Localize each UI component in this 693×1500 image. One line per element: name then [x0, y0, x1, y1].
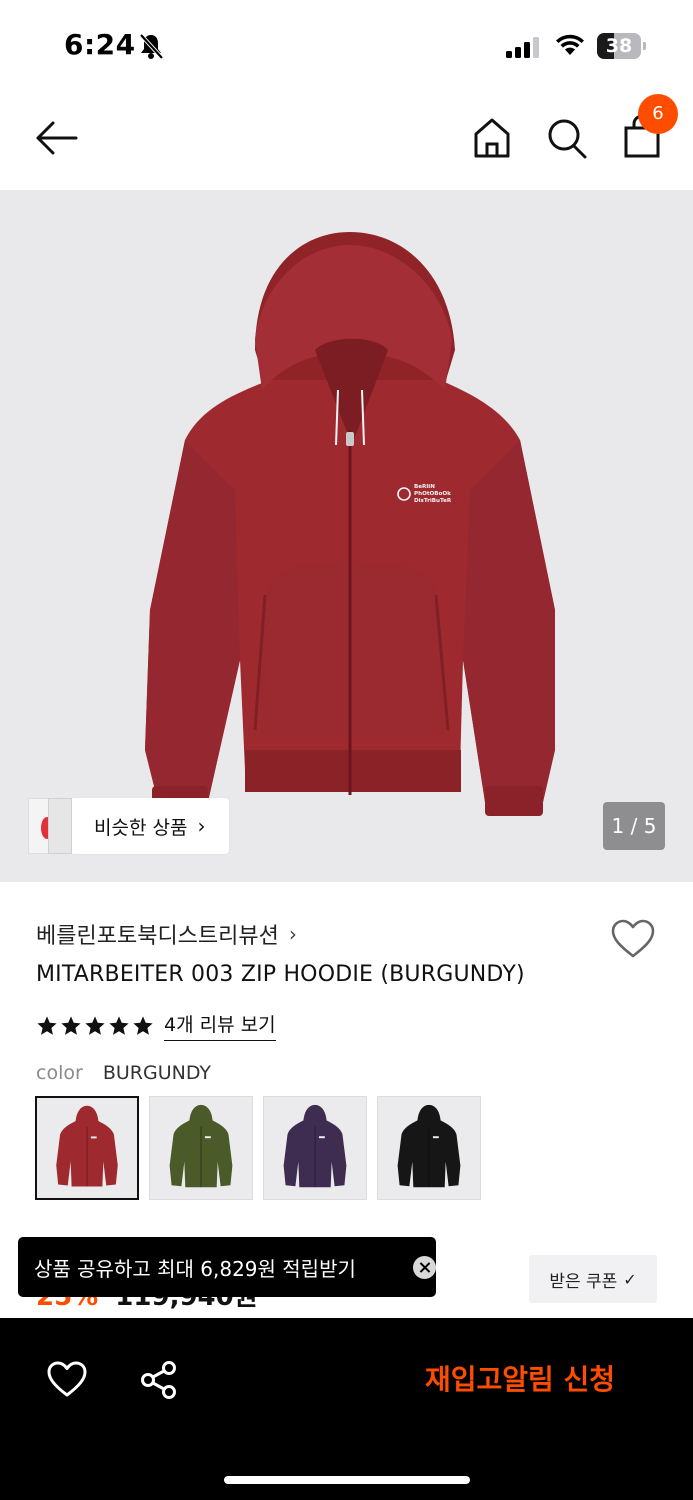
share-icon[interactable]	[140, 1360, 178, 1400]
hoodie-thumbnail	[283, 1104, 347, 1188]
restock-alert-button[interactable]: 재입고알림 신청	[400, 1358, 640, 1402]
star-icon	[85, 1015, 105, 1035]
product-title: MITARBEITER 003 ZIP HOODIE (BURGUNDY)	[36, 962, 525, 987]
similar-products-chip[interactable]: 비슷한 상품 ›	[28, 798, 230, 854]
wifi-icon	[556, 34, 584, 55]
received-coupon-button[interactable]: 받은 쿠폰 ✓	[529, 1255, 657, 1303]
logo-line-2: PhOtOBoOk	[414, 491, 451, 497]
close-icon[interactable]	[413, 1256, 436, 1279]
logo-line-1: BeRliN	[414, 484, 435, 490]
brand-name: 베를린포토북디스트리뷰션	[36, 924, 279, 949]
star-icon	[133, 1015, 153, 1035]
similar-products-label: 비슷한 상품	[94, 816, 188, 839]
color-swatch-purple[interactable]	[263, 1096, 367, 1200]
check-icon: ✓	[623, 1269, 637, 1289]
color-row: color BURGUNDY	[36, 1062, 211, 1084]
rating-row: 4개 리뷰 보기	[36, 1010, 276, 1041]
star-icon	[61, 1015, 81, 1035]
home-indicator	[224, 1476, 470, 1484]
review-link[interactable]: 4개 리뷰 보기	[164, 1010, 276, 1041]
hoodie-thumbnail	[169, 1104, 233, 1188]
status-bar: 6:24 38	[0, 0, 693, 90]
color-swatch-olive[interactable]	[149, 1096, 253, 1200]
coupon-label: 받은 쿠폰	[549, 1271, 618, 1292]
image-page-counter: 1 / 5	[603, 802, 665, 850]
battery-icon: 38	[597, 33, 647, 59]
hoodie-thumbnail	[56, 1105, 118, 1187]
similar-products-button[interactable]: 비슷한 상품 ›	[70, 798, 230, 854]
rating-stars	[36, 1015, 154, 1037]
share-reward-toast[interactable]: 상품 공유하고 최대 6,829원 적립받기	[18, 1237, 436, 1297]
chevron-right-icon: ›	[197, 814, 206, 838]
status-time: 6:24	[64, 28, 136, 61]
home-icon[interactable]	[472, 116, 512, 160]
color-value: BURGUNDY	[102, 1062, 212, 1084]
search-icon[interactable]	[546, 116, 588, 160]
color-swatches	[35, 1096, 481, 1200]
cart-count-badge: 6	[638, 94, 678, 134]
top-navigation	[0, 90, 693, 190]
battery-level: 38	[605, 35, 633, 57]
toast-message: 상품 공유하고 최대 6,829원 적립받기	[34, 1256, 356, 1281]
color-swatch-black[interactable]	[377, 1096, 481, 1200]
chevron-right-icon: ›	[288, 922, 297, 946]
arrow-left-icon[interactable]	[34, 118, 80, 158]
cellular-signal-icon	[506, 37, 539, 58]
color-label: color	[36, 1062, 83, 1084]
bell-slash-icon	[139, 33, 164, 60]
color-swatch-burgundy[interactable]	[35, 1096, 139, 1200]
heart-outline-icon[interactable]	[610, 918, 656, 962]
star-icon	[37, 1015, 57, 1035]
hoodie-thumbnail	[397, 1104, 461, 1188]
heart-outline-icon[interactable]	[46, 1360, 88, 1398]
similar-products-thumbnails	[28, 798, 74, 854]
logo-line-3: DisTriBuTeR	[414, 498, 452, 504]
bottom-action-bar: 재입고알림 신청	[0, 1318, 693, 1500]
brand-link[interactable]: 베를린포토북디스트리뷰션 ›	[36, 918, 297, 950]
product-image: BeRliN PhOtOBoOk DisTriBuTeR	[145, 232, 555, 816]
product-image-gallery[interactable]: BeRliN PhOtOBoOk DisTriBuTeR 비슷한 상품 › 1 …	[0, 190, 693, 882]
star-icon	[109, 1015, 129, 1035]
